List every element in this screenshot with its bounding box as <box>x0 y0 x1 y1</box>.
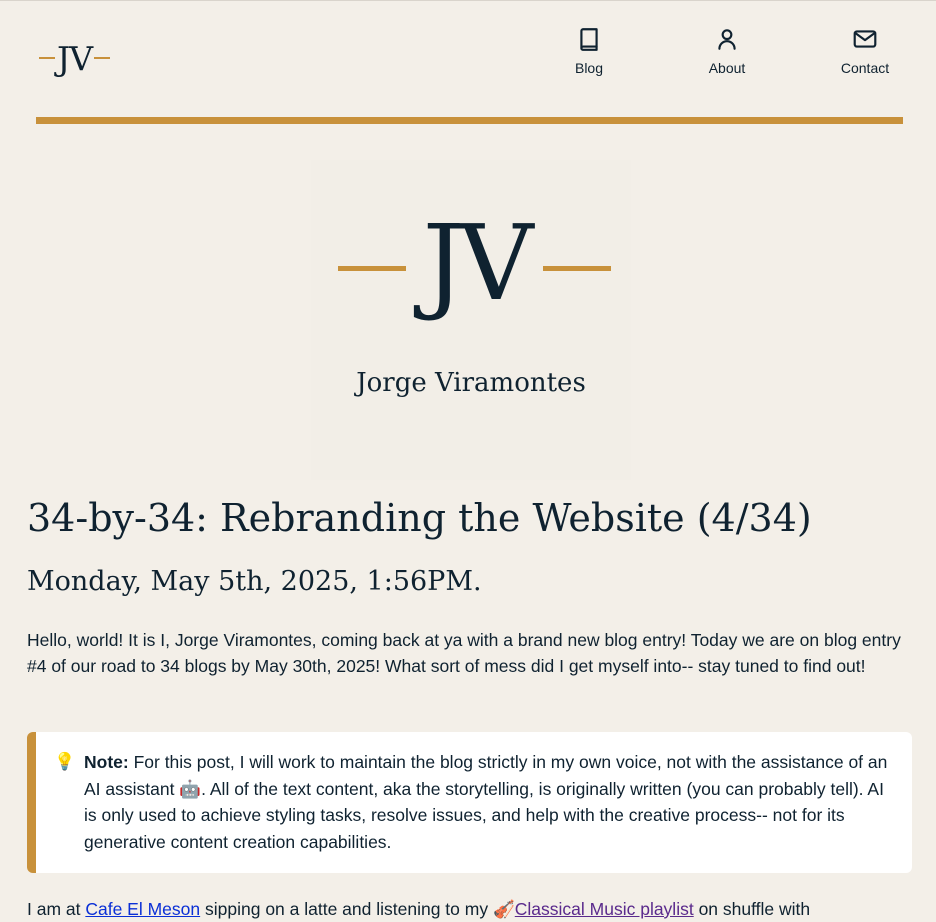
note-body-2: . All of the text content, aka the story… <box>84 778 884 852</box>
note-callout: 💡 Note: For this post, I will work to ma… <box>27 732 912 873</box>
note-text: Note: For this post, I will work to main… <box>84 749 896 855</box>
paragraph-prefix: I am at <box>27 899 86 919</box>
header-divider <box>36 117 903 124</box>
main-nav: Blog About Contact <box>520 26 934 76</box>
logo-letters: JV <box>57 38 93 78</box>
site-header: JV Blog About Contact <box>36 0 903 124</box>
robot-icon: 🤖 <box>179 778 202 799</box>
post-intro: Hello, world! It is I, Jorge Viramontes,… <box>27 630 901 676</box>
book-icon <box>580 28 598 51</box>
nav-blog[interactable]: Blog <box>520 26 658 76</box>
note-label: Note: <box>84 752 129 772</box>
nav-about[interactable]: About <box>658 26 796 76</box>
lightbulb-icon: 💡 <box>54 752 76 771</box>
nav-contact-label: Contact <box>840 60 890 76</box>
nav-about-label: About <box>708 60 746 76</box>
nav-blog-label: Blog <box>574 60 604 76</box>
paragraph-middle: sipping on a latte and listening to my <box>200 899 493 919</box>
logo-bar-right <box>94 57 111 59</box>
post-paragraph: I am at Cafe El Meson sipping on a latte… <box>27 896 912 922</box>
post-date: Monday, May 5th, 2025, 1:56PM. <box>27 566 482 597</box>
cafe-link[interactable]: Cafe El Meson <box>85 899 200 919</box>
logo-bar-left <box>39 57 55 59</box>
hero-logo-letters: JV <box>422 202 534 324</box>
site-logo[interactable]: JV <box>39 38 113 78</box>
hero-logo-bar-right <box>543 266 611 271</box>
user-icon <box>718 29 736 50</box>
hero-logo: JV <box>338 208 611 320</box>
playlist-link[interactable]: Classical Music playlist <box>515 899 694 919</box>
hero-banner: JV Jorge Viramontes <box>311 160 631 480</box>
violin-icon: 🎻 <box>492 899 515 919</box>
author-name: Jorge Viramontes <box>356 368 586 398</box>
paragraph-suffix: on shuffle with <box>693 899 811 919</box>
post-title: 34-by-34: Rebranding the Website (4/34) <box>27 496 812 540</box>
nav-contact[interactable]: Contact <box>796 26 934 76</box>
mail-icon <box>853 30 877 48</box>
